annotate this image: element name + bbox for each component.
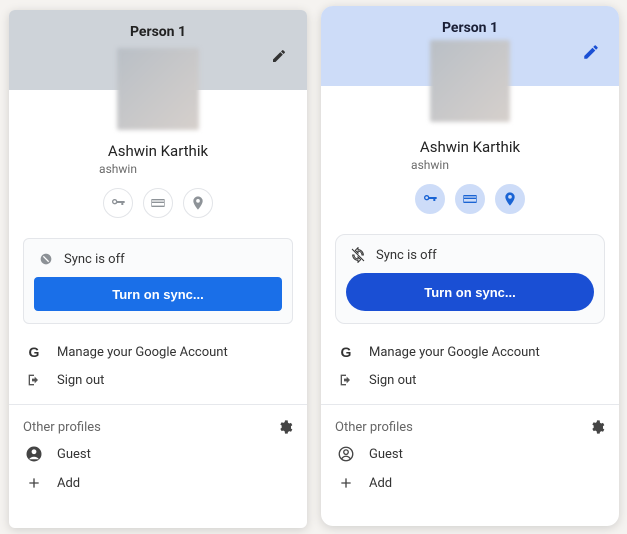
email: ashwin xyxy=(321,158,619,172)
name-block: Ashwin Karthik ashwin xyxy=(9,142,307,176)
manage-profiles-button[interactable] xyxy=(277,419,293,435)
plus-icon xyxy=(337,475,355,491)
pencil-icon xyxy=(582,43,600,61)
add-label: Add xyxy=(369,476,392,491)
sign-out-label: Sign out xyxy=(57,373,104,388)
google-g-icon: G xyxy=(25,344,43,360)
profile-panel-left: Person 1 Ashwin Karthik ashwin Sync is o… xyxy=(9,10,307,528)
sync-off-icon xyxy=(38,251,54,267)
edit-button[interactable] xyxy=(265,42,293,70)
other-profiles-header: Other profiles xyxy=(335,415,605,439)
sync-status-row: Sync is off xyxy=(346,245,594,273)
addresses-chip[interactable] xyxy=(495,184,525,214)
display-name: Ashwin Karthik xyxy=(321,138,619,156)
signout-icon xyxy=(337,372,355,388)
card-icon xyxy=(462,191,478,207)
key-icon xyxy=(422,191,438,207)
manage-account-label: Manage your Google Account xyxy=(369,345,540,360)
panel-header: Person 1 xyxy=(321,6,619,86)
other-profiles-block: Other profiles Guest Add xyxy=(9,405,307,507)
other-profiles-title: Other profiles xyxy=(335,420,413,435)
addresses-chip[interactable] xyxy=(183,188,213,218)
passwords-chip[interactable] xyxy=(103,188,133,218)
signout-icon xyxy=(25,372,43,388)
account-links: G Manage your Google Account Sign out xyxy=(335,338,605,394)
plus-icon xyxy=(25,475,43,491)
key-icon xyxy=(110,195,126,211)
person-icon xyxy=(25,445,43,463)
guest-label: Guest xyxy=(57,447,91,462)
passwords-chip[interactable] xyxy=(415,184,445,214)
other-profiles-block: Other profiles Guest Add xyxy=(321,405,619,507)
avatar xyxy=(430,40,510,122)
turn-on-sync-button[interactable]: Turn on sync... xyxy=(346,273,594,311)
sync-off-icon xyxy=(350,247,366,263)
add-profile-link[interactable]: Add xyxy=(23,469,293,497)
person-outline-icon xyxy=(337,445,355,463)
edit-button[interactable] xyxy=(577,38,605,66)
manage-profiles-button[interactable] xyxy=(589,419,605,435)
manage-account-link[interactable]: G Manage your Google Account xyxy=(335,338,605,366)
gear-icon xyxy=(277,419,293,435)
sign-out-link[interactable]: Sign out xyxy=(335,366,605,394)
profile-title: Person 1 xyxy=(9,10,307,40)
autofill-chips xyxy=(9,188,307,218)
turn-on-sync-button[interactable]: Turn on sync... xyxy=(34,277,282,311)
other-profiles-title: Other profiles xyxy=(23,420,101,435)
pin-icon xyxy=(502,191,518,207)
add-profile-link[interactable]: Add xyxy=(335,469,605,497)
pin-icon xyxy=(190,195,206,211)
email: ashwin xyxy=(9,162,307,176)
account-links: G Manage your Google Account Sign out xyxy=(23,338,293,394)
other-profiles-header: Other profiles xyxy=(23,415,293,439)
name-block: Ashwin Karthik ashwin xyxy=(321,138,619,172)
guest-profile-link[interactable]: Guest xyxy=(335,439,605,469)
avatar xyxy=(117,48,199,130)
pencil-icon xyxy=(271,48,287,64)
guest-profile-link[interactable]: Guest xyxy=(23,439,293,469)
payments-chip[interactable] xyxy=(143,188,173,218)
sign-out-link[interactable]: Sign out xyxy=(23,366,293,394)
add-label: Add xyxy=(57,476,80,491)
manage-account-label: Manage your Google Account xyxy=(57,345,228,360)
sync-box: Sync is off Turn on sync... xyxy=(335,234,605,324)
panel-header: Person 1 xyxy=(9,10,307,90)
sync-status-label: Sync is off xyxy=(64,252,125,267)
display-name: Ashwin Karthik xyxy=(9,142,307,160)
card-icon xyxy=(150,195,166,211)
sync-status-label: Sync is off xyxy=(376,248,437,263)
guest-label: Guest xyxy=(369,447,403,462)
sign-out-label: Sign out xyxy=(369,373,416,388)
profile-panel-right: Person 1 Ashwin Karthik ashwin Sync is o… xyxy=(321,6,619,526)
google-g-icon: G xyxy=(337,344,355,360)
payments-chip[interactable] xyxy=(455,184,485,214)
profile-title: Person 1 xyxy=(321,6,619,36)
manage-account-link[interactable]: G Manage your Google Account xyxy=(23,338,293,366)
autofill-chips xyxy=(321,184,619,214)
sync-status-row: Sync is off xyxy=(34,249,282,277)
gear-icon xyxy=(589,419,605,435)
sync-box: Sync is off Turn on sync... xyxy=(23,238,293,324)
